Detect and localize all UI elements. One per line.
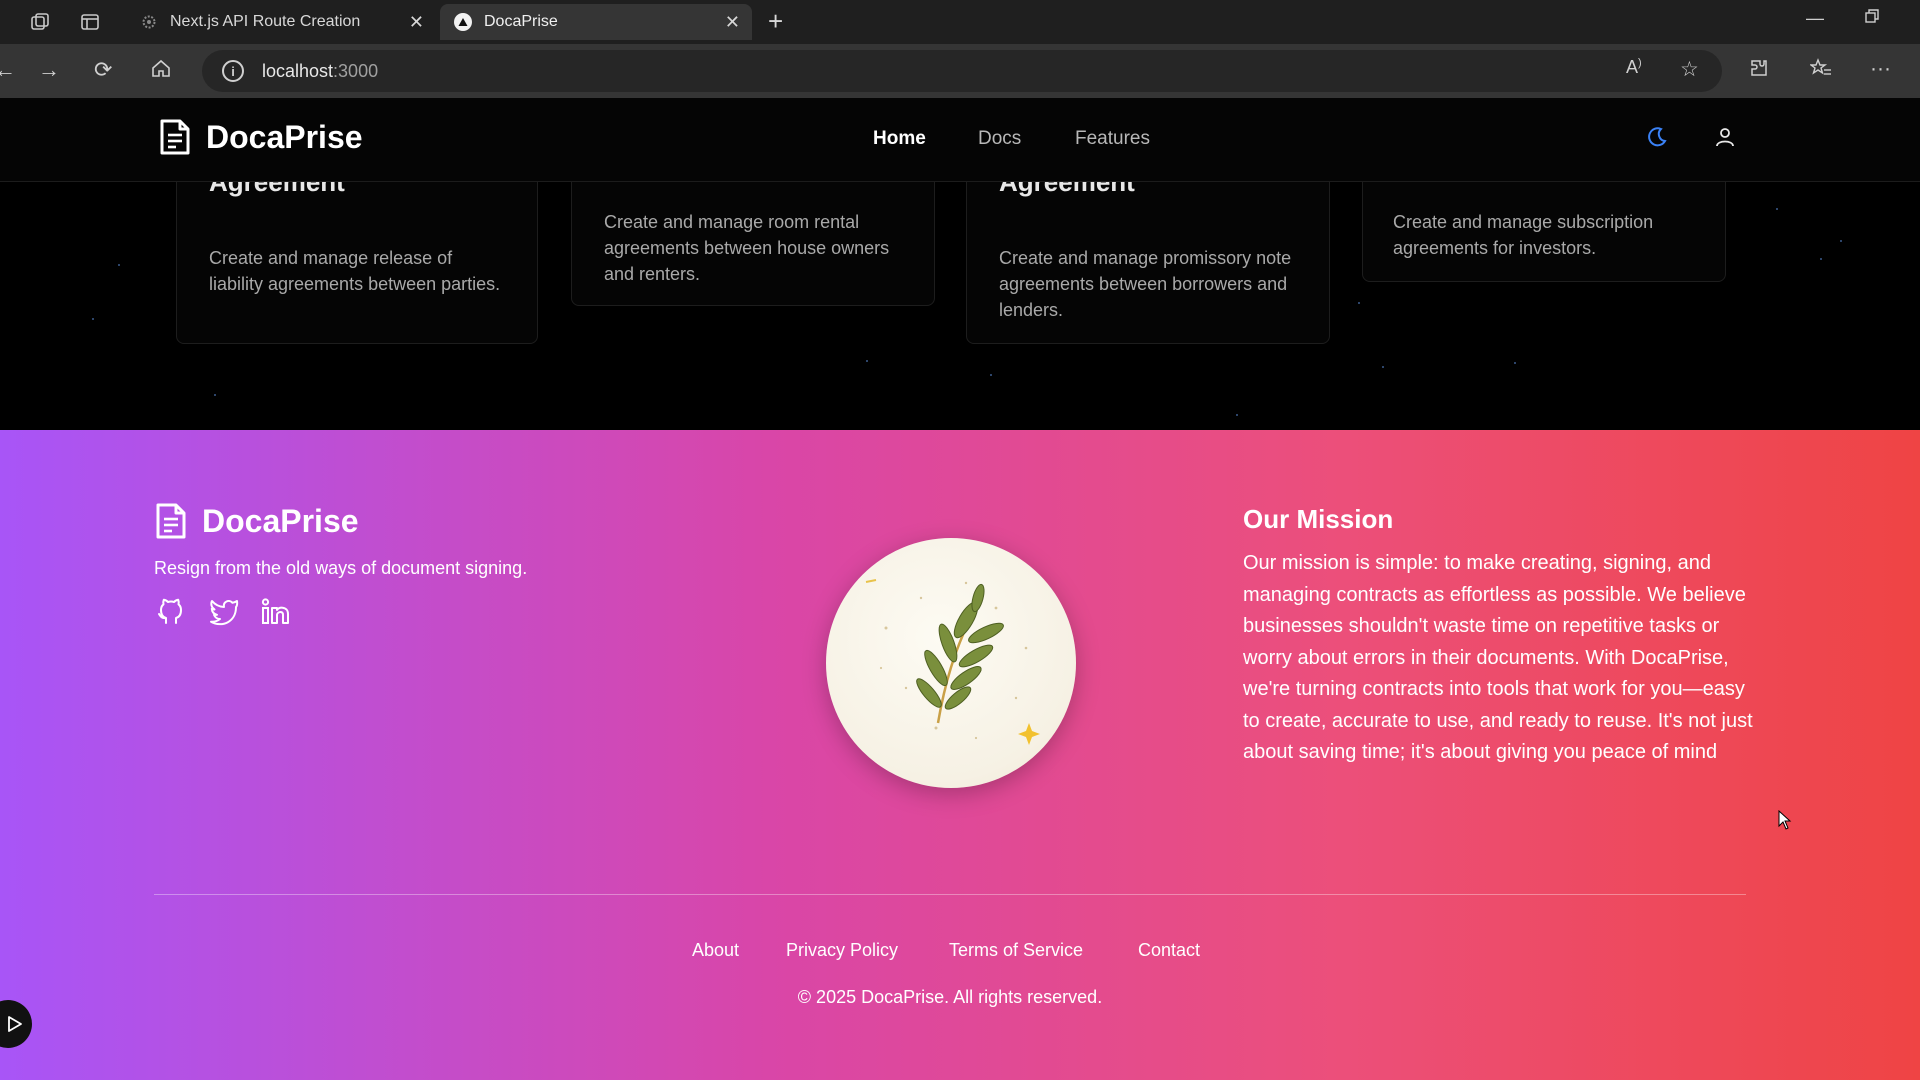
site-header: DocaPrise Home Docs Features: [0, 98, 1920, 182]
favorite-star-icon[interactable]: ☆: [1680, 57, 1699, 82]
star-dot: [214, 394, 216, 396]
star-dot: [1358, 302, 1360, 304]
linkedin-icon[interactable]: [260, 596, 292, 631]
mission-text: Our mission is simple: to make creating,…: [1243, 552, 1753, 763]
star-dot: [1840, 240, 1842, 242]
copyright: © 2025 DocaPrise. All rights reserved.: [797, 987, 1103, 1007]
twitter-icon[interactable]: [208, 596, 240, 631]
footer-brand-name: DocaPrise: [202, 502, 359, 539]
tab-title: DocaPrise: [484, 13, 558, 30]
nav-home[interactable]: Home: [873, 128, 926, 150]
tab-actions-icon[interactable]: [68, 0, 112, 44]
star-dot: [1514, 362, 1516, 364]
footer-link-privacy[interactable]: Privacy Policy: [786, 940, 898, 961]
star-dot: [1820, 258, 1822, 260]
dark-mode-toggle-icon[interactable]: [1646, 126, 1668, 153]
brand-name: DocaPrise: [206, 118, 363, 155]
card-description: Create and manage promissory note agreem…: [999, 248, 1292, 320]
star-dot: [118, 264, 120, 266]
mission-title: Our Mission: [1243, 504, 1394, 534]
url-port: :3000: [333, 60, 379, 81]
footer-logo[interactable]: DocaPrise: [154, 502, 359, 540]
back-icon[interactable]: ←: [0, 57, 16, 83]
star-dot: [1776, 208, 1778, 210]
footer-tagline: Resign from the old ways of document sig…: [154, 558, 528, 578]
close-tab-icon[interactable]: ✕: [725, 12, 740, 33]
olive-branch-icon: [865, 579, 1040, 745]
workspaces-icon[interactable]: [18, 0, 62, 44]
triangle-logo-icon: [454, 13, 472, 31]
leaf-illustration: [826, 538, 1076, 788]
star-dot: [1236, 414, 1238, 416]
restore-icon[interactable]: [1864, 8, 1880, 29]
browser-tab-bar: Next.js API Route Creation ✕ DocaPrise ✕…: [0, 0, 1920, 44]
tab-docaprise[interactable]: DocaPrise ✕: [440, 4, 752, 40]
star-dot: [1382, 366, 1384, 368]
refresh-icon[interactable]: ⟳: [94, 57, 112, 83]
star-dot: [866, 360, 868, 362]
favorites-icon[interactable]: [1808, 57, 1832, 85]
url-host: localhost: [262, 60, 334, 81]
home-icon[interactable]: [150, 57, 172, 85]
nav-docs[interactable]: Docs: [978, 128, 1021, 150]
tab-title: Next.js API Route Creation: [170, 13, 361, 30]
footer-link-terms[interactable]: Terms of Service: [949, 940, 1083, 961]
star-dot: [990, 374, 992, 376]
footer-link-contact[interactable]: Contact: [1138, 940, 1200, 961]
github-icon[interactable]: [156, 596, 186, 631]
site-footer: DocaPrise Resign from the old ways of do…: [0, 430, 1920, 1080]
footer-divider: [154, 894, 1746, 895]
new-tab-icon[interactable]: +: [768, 6, 783, 37]
nav-features[interactable]: Features: [1075, 128, 1150, 150]
more-options-icon[interactable]: ···: [1870, 57, 1891, 81]
read-aloud-icon[interactable]: A): [1626, 57, 1642, 78]
card-description: Create and manage release of liability a…: [209, 248, 501, 294]
document-icon: [156, 503, 186, 539]
card-description: Create and manage subscription agreement…: [1393, 212, 1654, 258]
site-info-icon[interactable]: i: [222, 60, 244, 82]
site-logo[interactable]: DocaPrise: [158, 118, 363, 156]
page-content: DocaPrise Home Docs Features Agreement C…: [0, 98, 1920, 1080]
address-bar[interactable]: i localhost:3000: [202, 50, 1722, 92]
forward-icon[interactable]: →: [38, 57, 60, 83]
star-dot: [92, 318, 94, 320]
close-tab-icon[interactable]: ✕: [409, 12, 424, 33]
card-description: Create and manage room rental agreements…: [604, 212, 890, 284]
footer-link-about[interactable]: About: [692, 940, 739, 961]
tab-nextjs-api[interactable]: Next.js API Route Creation ✕: [126, 4, 436, 40]
extensions-icon[interactable]: [1748, 57, 1770, 85]
gear-icon: [140, 13, 158, 31]
user-icon[interactable]: [1714, 126, 1736, 153]
minimize-icon[interactable]: —: [1806, 8, 1824, 29]
browser-toolbar: ← → ⟳ i localhost:3000 A) ☆ ···: [0, 44, 1920, 98]
mouse-cursor-icon: [1778, 809, 1792, 835]
document-icon: [160, 119, 190, 155]
